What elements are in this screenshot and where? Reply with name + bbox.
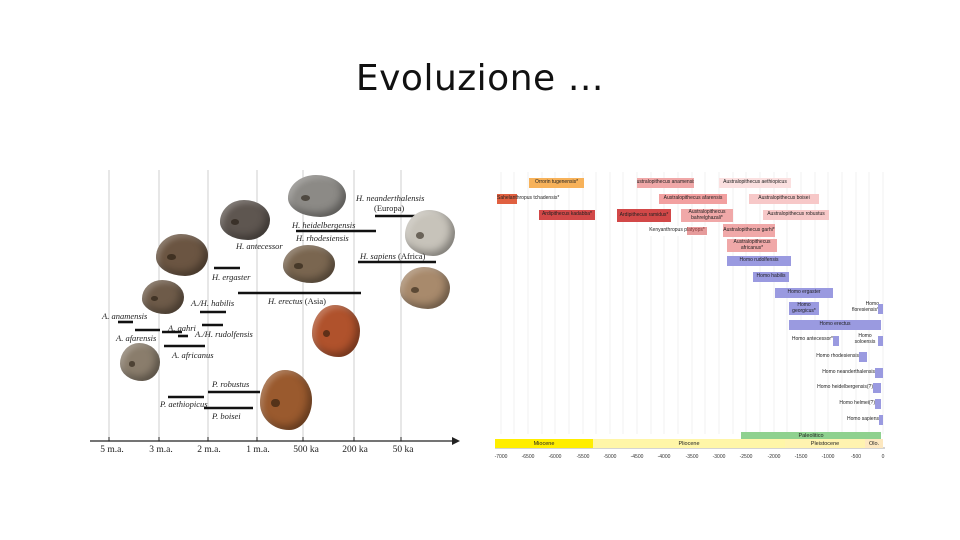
skull-image-heidelbergensis bbox=[288, 175, 346, 217]
hominin-species-chart: Orrorin tugenensis* Australopithecus ana… bbox=[487, 172, 895, 460]
label-robustus: P. robustus bbox=[212, 379, 250, 389]
skull-image-boisei bbox=[260, 370, 312, 430]
axis-tick-50ka: 50 ka bbox=[392, 445, 414, 455]
box-floresiensis-range bbox=[878, 304, 883, 314]
label-rhodesiensis: H. rhodesiensis bbox=[296, 233, 349, 243]
box-neanderthalensis-range bbox=[875, 368, 883, 378]
tick-minus-7000: -7000 bbox=[494, 454, 508, 460]
box-africanus: Australopithecus africanus* bbox=[727, 239, 777, 252]
box-kadabba: Ardipithecus kadabba* bbox=[539, 210, 595, 220]
tick-minus-2500: -2500 bbox=[739, 454, 753, 460]
box-ramidus: Ardipithecus ramidus* bbox=[617, 209, 671, 222]
box-anamensis: Australopithecus anamensis* bbox=[637, 178, 694, 188]
slide-title: Evoluzione … bbox=[355, 58, 605, 99]
label-antecessor: Homo antecessor* bbox=[791, 336, 833, 342]
axis-tick-3ma: 3 m.a. bbox=[149, 445, 173, 455]
label-heidelbergensis: H. heidelbergensis bbox=[292, 220, 356, 230]
box-garhi: Australopithecus garhi* bbox=[723, 224, 775, 237]
label-rhodesiensis: Homo rhodesiensis bbox=[816, 353, 859, 359]
epoch-pliocene: Pliocene bbox=[593, 439, 785, 448]
label-antecessor: H. antecessor bbox=[236, 241, 283, 251]
label-soloensis: Homo soloensis bbox=[854, 333, 876, 345]
label-helmei: Homo helmei(?) bbox=[839, 400, 875, 406]
tick-zero: 0 bbox=[881, 454, 885, 460]
label-habilis: A./H. habilis bbox=[191, 298, 235, 308]
axis-tick-2ma: 2 m.a. bbox=[197, 445, 221, 455]
label-neanderthalensis: H. neanderthalensis bbox=[356, 193, 425, 203]
tick-minus-1500: -1500 bbox=[794, 454, 808, 460]
tick-minus-6000: -6000 bbox=[548, 454, 562, 460]
axis-tick-5ma: 5 m.a. bbox=[100, 445, 124, 455]
tick-minus-3000: -3000 bbox=[712, 454, 726, 460]
label-floresiensis: Homo floresiensis* bbox=[852, 301, 879, 313]
label-aethiopicus: P. aethiopicus bbox=[160, 399, 208, 409]
label-afarensis: A. afarensis bbox=[116, 333, 157, 343]
label-boisei: P. boisei bbox=[212, 411, 241, 421]
epoch-holocene: Olo. bbox=[865, 439, 883, 448]
hominin-timeline-figure: A. anamensis A. afarensis A. gahri A. af… bbox=[90, 170, 460, 460]
label-ergaster: H. ergaster bbox=[212, 272, 251, 282]
skull-image-erectus-reconstruction bbox=[312, 305, 360, 357]
box-antecessor-range bbox=[833, 336, 839, 346]
skull-image-sapiens bbox=[400, 267, 450, 309]
tick-minus-6500: -6500 bbox=[521, 454, 535, 460]
tick-minus-4500: -4500 bbox=[630, 454, 644, 460]
tick-minus-1000: -1000 bbox=[821, 454, 835, 460]
label-erectus: H. erectus (Asia) bbox=[268, 296, 326, 306]
tick-minus-5500: -5500 bbox=[576, 454, 590, 460]
skull-image-africanus-small bbox=[142, 280, 184, 314]
skull-image-rhodesiensis bbox=[283, 245, 335, 283]
axis-tick-500ka: 500 ka bbox=[293, 445, 319, 455]
skull-image-afarensis bbox=[120, 343, 160, 381]
epoch-paleolithic: Paleolitico bbox=[741, 432, 881, 439]
epoch-miocene: Miocene bbox=[495, 439, 593, 448]
box-robustus: Australopithecus robustus bbox=[763, 210, 829, 220]
box-erectus: Homo erectus bbox=[789, 320, 881, 330]
epoch-pleistocene: Pleistocene bbox=[785, 439, 865, 448]
label-rudolfensis: A./H. rudolfensis bbox=[195, 329, 253, 339]
box-ergaster: Homo ergaster bbox=[775, 288, 833, 298]
box-afarensis: Australopithecus afarensis bbox=[659, 194, 727, 204]
box-rhodesiensis-range bbox=[859, 352, 867, 362]
label-neanderthalensis: Homo neanderthalensis bbox=[822, 369, 875, 375]
box-bahrelghazali: Australopithecus bahrelghazali* bbox=[681, 209, 733, 222]
axis-tick-200ka: 200 ka bbox=[342, 445, 368, 455]
label-neanderthalensis-region: (Europa) bbox=[374, 203, 405, 213]
box-aethiopicus: Australopithecus aethiopicus bbox=[719, 178, 791, 188]
label-africanus: A. africanus bbox=[172, 350, 214, 360]
tick-minus-500: -500 bbox=[850, 454, 862, 460]
box-rudolfensis: Homo rudolfensis bbox=[727, 256, 791, 266]
box-orrorin: Orrorin tugenensis* bbox=[529, 178, 584, 188]
box-habilis: Homo habilis bbox=[753, 272, 789, 282]
axis-tick-1ma: 1 m.a. bbox=[246, 445, 270, 455]
skull-image-neanderthalensis bbox=[405, 210, 455, 256]
label-gahri: A. gahri bbox=[168, 323, 196, 333]
label-heidelbergensis: Homo heidelbergensis(?) bbox=[817, 384, 873, 390]
box-heidelbergensis-range bbox=[873, 383, 881, 393]
box-soloensis-range bbox=[878, 336, 883, 346]
tick-minus-5000: -5000 bbox=[603, 454, 617, 460]
slide: Evoluzione … A. anamensis A. afarensis A… bbox=[0, 0, 960, 540]
tick-minus-3500: -3500 bbox=[685, 454, 699, 460]
box-helmei-range bbox=[875, 399, 881, 409]
box-boisei: Australopithecus boisei bbox=[749, 194, 819, 204]
skull-image-antecessor bbox=[220, 200, 270, 240]
box-georgicus: Homo georgicus* bbox=[789, 302, 819, 315]
skull-image-habilis bbox=[156, 234, 208, 276]
label-sapiens: H. sapiens (Africa) bbox=[360, 251, 426, 261]
tick-minus-2000: -2000 bbox=[767, 454, 781, 460]
box-sapiens-range bbox=[879, 415, 883, 425]
tick-minus-4000: -4000 bbox=[657, 454, 671, 460]
label-sapiens: Homo sapiens bbox=[847, 416, 879, 422]
box-kenyanthropus-range bbox=[687, 227, 707, 235]
box-sahelanthropus: Sahelanthropus tchadensis* bbox=[497, 194, 559, 204]
label-anamensis: A. anamensis bbox=[102, 311, 148, 321]
